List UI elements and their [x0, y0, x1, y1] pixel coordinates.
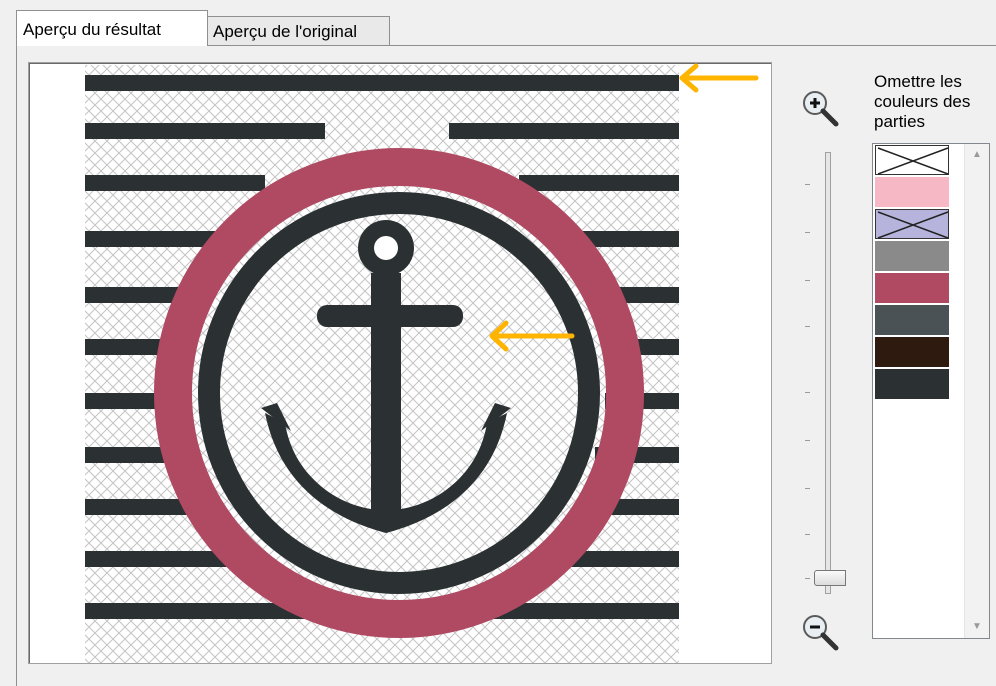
- tab-strip: Aperçu du résultat Aperçu de l'original: [0, 0, 996, 46]
- zoom-in-icon[interactable]: [800, 88, 840, 128]
- slider-tick: [805, 488, 810, 489]
- omit-cross-icon: [877, 211, 949, 239]
- scroll-up-arrow-icon[interactable]: ▲: [965, 144, 989, 166]
- slider-tick: [805, 440, 810, 441]
- color-list[interactable]: ▲ ▼: [872, 143, 990, 639]
- zoom-slider-track[interactable]: [825, 152, 831, 594]
- slider-tick: [805, 232, 810, 233]
- color-swatch-light-pink[interactable]: [875, 177, 949, 207]
- slider-tick: [805, 534, 810, 535]
- slider-tick: [805, 326, 810, 327]
- preview-image: [85, 65, 679, 663]
- scroll-down-arrow-icon[interactable]: ▼: [965, 616, 989, 638]
- slider-tick: [805, 280, 810, 281]
- zoom-slider-thumb[interactable]: [814, 570, 846, 586]
- slider-tick: [805, 578, 810, 579]
- swatch-list: [875, 145, 953, 401]
- color-swatch-charcoal[interactable]: [875, 369, 949, 399]
- color-swatch-transparent-white[interactable]: [875, 145, 949, 175]
- slider-tick: [805, 184, 810, 185]
- omit-colors-label: Omettre les couleurs des parties: [874, 72, 971, 131]
- result-preview: [28, 62, 772, 664]
- color-swatch-dark-brown[interactable]: [875, 337, 949, 367]
- color-swatch-lavender[interactable]: [875, 209, 949, 239]
- tab-apercu-original[interactable]: Aperçu de l'original: [206, 16, 390, 46]
- zoom-out-icon[interactable]: [800, 612, 840, 652]
- callout-arrow-top: [679, 63, 759, 93]
- slider-tick: [805, 392, 810, 393]
- omit-cross-icon: [877, 147, 949, 175]
- color-swatch-raspberry[interactable]: [875, 273, 949, 303]
- color-list-scrollbar[interactable]: ▲ ▼: [964, 144, 989, 638]
- color-swatch-slate[interactable]: [875, 305, 949, 335]
- callout-arrow-middle: [489, 320, 575, 352]
- color-swatch-gray[interactable]: [875, 241, 949, 271]
- tab-apercu-resultat[interactable]: Aperçu du résultat: [16, 10, 208, 46]
